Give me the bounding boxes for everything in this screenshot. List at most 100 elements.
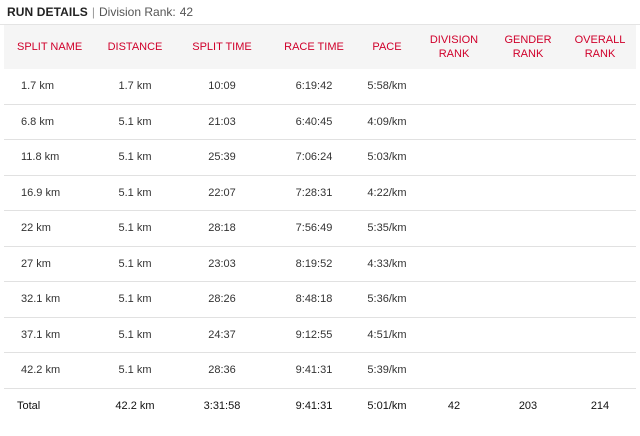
table-row: 27 km 5.1 km 23:03 8:19:52 4:33/km bbox=[4, 246, 636, 282]
cell-gender-rank bbox=[492, 317, 564, 353]
cell-overall-rank bbox=[564, 139, 636, 176]
column-header-split-time: SPLIT TIME bbox=[174, 25, 270, 69]
cell-race-time: 7:56:49 bbox=[270, 210, 358, 247]
cell-distance: 5.1 km bbox=[96, 246, 174, 282]
cell-division-rank bbox=[416, 246, 492, 282]
cell-distance: 5.1 km bbox=[96, 104, 174, 140]
cell-race-time: 6:19:42 bbox=[270, 69, 358, 105]
column-header-text: DISTANCE bbox=[107, 41, 163, 53]
table-row: 42.2 km 5.1 km 28:36 9:41:31 5:39/km bbox=[4, 352, 636, 389]
cell-race-time: 7:06:24 bbox=[270, 139, 358, 176]
cell-gender-rank bbox=[492, 69, 564, 105]
cell-race-time: 8:19:52 bbox=[270, 246, 358, 282]
cell-race-time: 6:40:45 bbox=[270, 104, 358, 140]
cell-pace: 4:22/km bbox=[358, 175, 416, 211]
cell-gender-rank bbox=[492, 210, 564, 247]
header-row: SPLIT NAME DISTANCE SPLIT TIME RACE TIME PAC… bbox=[4, 25, 636, 69]
cell-split-name: 6.8 km bbox=[4, 104, 96, 140]
cell-pace: 5:01/km bbox=[367, 399, 407, 412]
cell-split-name: 37.1 km bbox=[4, 317, 96, 353]
cell-pace: 5:03/km bbox=[358, 139, 416, 176]
table-row: 1.7 km 1.7 km 10:09 6:19:42 5:58/km bbox=[4, 69, 636, 105]
table-row: 16.9 km 5.1 km 22:07 7:28:31 4:22/km bbox=[4, 175, 636, 211]
cell-gender-rank: 203 bbox=[518, 399, 538, 412]
cell-split-name: 32.1 km bbox=[4, 281, 96, 318]
cell-split-name: 22 km bbox=[4, 210, 96, 247]
table-row: 11.8 km 5.1 km 25:39 7:06:24 5:03/km bbox=[4, 139, 636, 176]
cell-gender-rank bbox=[492, 104, 564, 140]
table-row: 22 km 5.1 km 28:18 7:56:49 5:35/km bbox=[4, 210, 636, 247]
column-header-text: RACE TIME bbox=[284, 41, 344, 53]
column-header-text: RANK bbox=[438, 48, 470, 60]
section-title: RUN DETAILS bbox=[7, 5, 88, 19]
cell-pace: 5:35/km bbox=[358, 210, 416, 247]
cell-split-time: 28:36 bbox=[174, 352, 270, 389]
cell-split-time: 21:03 bbox=[174, 104, 270, 140]
total-row: Total 42.2 km 3:31:58 9:41:31 5:01/km 42 203 21… bbox=[4, 388, 636, 423]
cell-overall-rank: 214 bbox=[590, 399, 610, 412]
cell-split-time: 23:03 bbox=[174, 246, 270, 282]
cell-overall-rank bbox=[564, 317, 636, 353]
table-row: 37.1 km 5.1 km 24:37 9:12:55 4:51/km bbox=[4, 317, 636, 353]
cell-division-rank bbox=[416, 69, 492, 105]
cell-division-rank bbox=[416, 352, 492, 389]
cell-overall-rank bbox=[564, 210, 636, 247]
cell-race-time: 8:48:18 bbox=[270, 281, 358, 318]
cell-gender-rank bbox=[492, 352, 564, 389]
table-row: 32.1 km 5.1 km 28:26 8:48:18 5:36/km bbox=[4, 281, 636, 318]
column-header-split-name: SPLIT NAME bbox=[4, 25, 96, 69]
column-header-text: OVERALL bbox=[574, 34, 626, 46]
cell-split-name: 11.8 km bbox=[4, 139, 96, 176]
column-header-text: GENDER bbox=[504, 34, 552, 46]
cell-gender-rank bbox=[492, 175, 564, 211]
cell-race-time: 7:28:31 bbox=[270, 175, 358, 211]
cell-division-rank bbox=[416, 317, 492, 353]
cell-distance: 42.2 km bbox=[115, 399, 155, 412]
cell-division-rank bbox=[416, 139, 492, 176]
cell-division-rank bbox=[416, 104, 492, 140]
cell-split-time: 10:09 bbox=[174, 69, 270, 105]
cell-distance: 5.1 km bbox=[96, 317, 174, 353]
cell-split-time: 28:18 bbox=[174, 210, 270, 247]
cell-overall-rank bbox=[564, 69, 636, 105]
division-rank-value: 42 bbox=[179, 5, 194, 19]
cell-division-rank bbox=[416, 281, 492, 318]
cell-distance: 5.1 km bbox=[96, 139, 174, 176]
cell-split-name: Total bbox=[17, 399, 41, 412]
division-rank-label: Division Rank: bbox=[99, 5, 176, 19]
cell-distance: 1.7 km bbox=[96, 69, 174, 105]
cell-split-time: 25:39 bbox=[174, 139, 270, 176]
column-header-race-time: RACE TIME bbox=[270, 25, 358, 69]
cell-pace: 4:33/km bbox=[358, 246, 416, 282]
cell-pace: 5:58/km bbox=[358, 69, 416, 105]
header-separator: | bbox=[91, 5, 96, 19]
cell-pace: 4:51/km bbox=[358, 317, 416, 353]
column-header-distance: DISTANCE bbox=[96, 25, 174, 69]
cell-pace: 5:39/km bbox=[358, 352, 416, 389]
cell-overall-rank bbox=[564, 104, 636, 140]
column-header-division-rank: DIVISION RANK bbox=[416, 25, 492, 69]
splits-table: SPLIT NAME DISTANCE SPLIT TIME RACE TIME PAC… bbox=[4, 25, 636, 423]
cell-race-time: 9:41:31 bbox=[270, 352, 358, 389]
column-header-text: SPLIT TIME bbox=[192, 41, 252, 53]
cell-split-time: 24:37 bbox=[174, 317, 270, 353]
splits-table-body: 1.7 km 1.7 km 10:09 6:19:42 5:58/km 6.8 km 5.1… bbox=[4, 69, 636, 423]
table-row: 6.8 km 5.1 km 21:03 6:40:45 4:09/km bbox=[4, 104, 636, 140]
cell-overall-rank bbox=[564, 281, 636, 318]
cell-race-time: 9:12:55 bbox=[270, 317, 358, 353]
column-header-text: PACE bbox=[372, 41, 402, 53]
cell-distance: 5.1 km bbox=[96, 281, 174, 318]
cell-pace: 5:36/km bbox=[358, 281, 416, 318]
cell-distance: 5.1 km bbox=[96, 210, 174, 247]
cell-division-rank bbox=[416, 175, 492, 211]
cell-overall-rank bbox=[564, 246, 636, 282]
cell-gender-rank bbox=[492, 139, 564, 176]
column-header-text: DIVISION bbox=[429, 34, 479, 46]
cell-split-name: 16.9 km bbox=[4, 175, 96, 211]
column-header-pace: PACE bbox=[358, 25, 416, 69]
cell-pace: 4:09/km bbox=[358, 104, 416, 140]
column-header-overall-rank: OVERALL RANK bbox=[564, 25, 636, 69]
run-details-header: RUN DETAILS | Division Rank: 42 bbox=[0, 0, 640, 25]
cell-overall-rank bbox=[564, 175, 636, 211]
cell-division-rank: 42 bbox=[447, 399, 461, 412]
